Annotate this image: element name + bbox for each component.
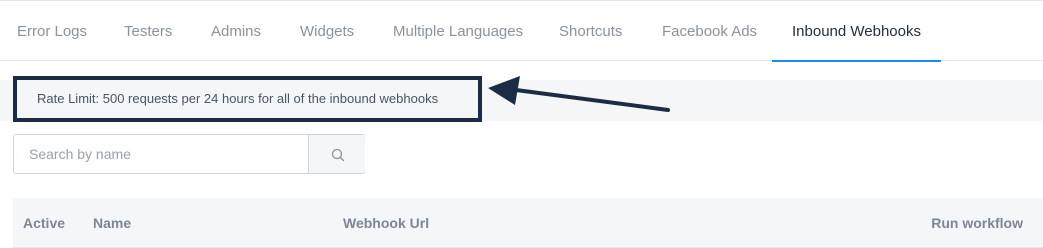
tab-facebook-ads[interactable]: Facebook Ads <box>662 1 757 61</box>
rate-limit-highlight-box: Rate Limit: 500 requests per 24 hours fo… <box>13 76 482 122</box>
webhooks-table-header: Active Name Webhook Url Run workflow <box>13 198 1043 248</box>
tab-shortcuts[interactable]: Shortcuts <box>559 1 622 61</box>
settings-tabs: Error Logs Testers Admins Widgets Multip… <box>0 1 1043 62</box>
column-header-webhook-url: Webhook Url <box>343 215 430 231</box>
tab-admins[interactable]: Admins <box>211 1 261 61</box>
search-box <box>13 134 365 174</box>
column-header-run-workflow: Run workflow <box>931 215 1023 231</box>
tab-multiple-languages[interactable]: Multiple Languages <box>393 1 523 61</box>
tab-error-logs[interactable]: Error Logs <box>17 1 87 61</box>
tab-testers[interactable]: Testers <box>124 1 172 61</box>
rate-limit-text: Rate Limit: 500 requests per 24 hours fo… <box>37 91 439 106</box>
tab-widgets[interactable]: Widgets <box>300 1 354 61</box>
tab-inbound-webhooks[interactable]: Inbound Webhooks <box>772 1 941 62</box>
search-button[interactable] <box>308 135 365 173</box>
annotation-arrow-icon <box>488 76 670 112</box>
column-header-name[interactable]: Name <box>93 198 131 248</box>
search-input[interactable] <box>14 135 308 173</box>
search-icon <box>331 148 345 162</box>
column-header-active[interactable]: Active <box>23 198 65 248</box>
